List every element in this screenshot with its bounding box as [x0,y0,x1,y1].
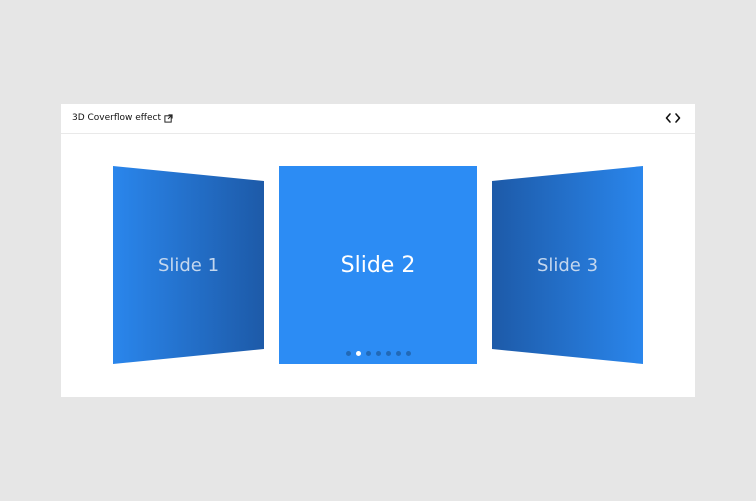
pagination [279,351,477,356]
slide-3-label: Slide 3 [536,254,599,276]
pagination-dot[interactable] [355,351,361,356]
pagination-dot[interactable] [375,351,381,356]
pagination-dot[interactable] [405,351,411,356]
coverflow-carousel[interactable]: Slide 1 Slide 3 Slide 2 [61,134,695,397]
slide-1[interactable]: Slide 1 [113,166,264,364]
pagination-dot[interactable] [395,351,401,356]
card-header: 3D Coverflow effect [61,104,695,134]
slide-1-label: Slide 1 [157,254,220,276]
demo-card: 3D Coverflow effect Slide 1 Slide 3 Slid… [61,104,695,397]
code-icon[interactable] [665,112,681,124]
external-link-icon [164,113,173,123]
pagination-dot[interactable] [345,351,351,356]
demo-title-link[interactable]: 3D Coverflow effect [72,112,173,124]
slide-2-label: Slide 2 [340,252,416,278]
slide-2[interactable]: Slide 2 [279,166,477,364]
pagination-dot[interactable] [365,351,371,356]
pagination-dot[interactable] [385,351,391,356]
slide-3[interactable]: Slide 3 [492,166,643,364]
demo-title: 3D Coverflow effect [72,113,162,123]
